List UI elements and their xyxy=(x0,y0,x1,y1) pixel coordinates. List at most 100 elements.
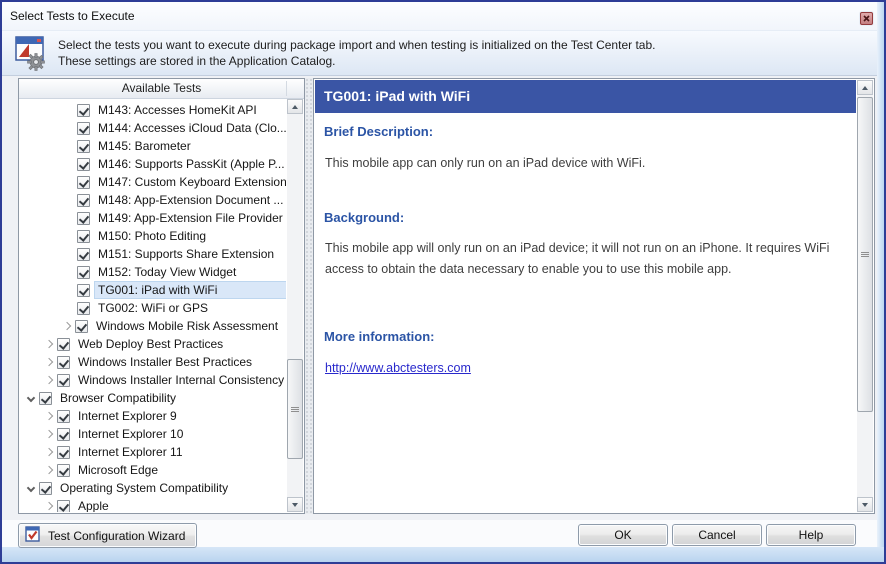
checkbox[interactable] xyxy=(57,338,70,351)
chevron-right-icon[interactable] xyxy=(41,372,57,388)
tree-item-label: Windows Installer Internal Consistency .… xyxy=(75,372,286,388)
close-button[interactable] xyxy=(860,12,873,25)
test-configuration-wizard-button[interactable]: Test Configuration Wizard xyxy=(18,523,197,548)
tree-item-label: Operating System Compatibility xyxy=(57,480,286,496)
scroll-up-icon[interactable] xyxy=(287,99,303,114)
tree-item[interactable]: Internet Explorer 9 xyxy=(19,407,286,425)
ok-button[interactable]: OK xyxy=(578,524,668,546)
checkbox[interactable] xyxy=(57,500,70,513)
tree-item-label: M147: Custom Keyboard Extension xyxy=(95,174,286,190)
tree-item-label: M150: Photo Editing xyxy=(95,228,286,244)
tree-item[interactable]: Windows Installer Internal Consistency .… xyxy=(19,371,286,389)
chevron-right-icon[interactable] xyxy=(41,408,57,424)
more-info-link[interactable]: http://www.abctesters.com xyxy=(325,361,471,375)
checkbox[interactable] xyxy=(57,356,70,369)
scroll-down-icon[interactable] xyxy=(287,497,303,512)
tree-item-label: Internet Explorer 9 xyxy=(75,408,286,424)
scroll-up-icon[interactable] xyxy=(857,80,873,95)
chevron-down-icon[interactable] xyxy=(23,480,39,496)
background-heading: Background: xyxy=(324,210,404,225)
checkbox[interactable] xyxy=(77,104,90,117)
wizard-checklist-icon xyxy=(25,526,41,545)
panel-splitter[interactable] xyxy=(305,78,313,514)
tree-item[interactable]: M144: Accesses iCloud Data (Clo... xyxy=(19,119,286,137)
cancel-button[interactable]: Cancel xyxy=(672,524,762,546)
arrow-spacer xyxy=(70,264,77,280)
checkbox[interactable] xyxy=(77,122,90,135)
checkbox[interactable] xyxy=(77,212,90,225)
chevron-right-icon[interactable] xyxy=(41,462,57,478)
tree-item[interactable]: Windows Mobile Risk Assessment xyxy=(19,317,286,335)
chevron-down-icon[interactable] xyxy=(23,390,39,406)
tree-item[interactable]: Web Deploy Best Practices xyxy=(19,335,286,353)
checkbox[interactable] xyxy=(77,176,90,189)
chevron-right-icon[interactable] xyxy=(41,354,57,370)
checkbox[interactable] xyxy=(57,464,70,477)
checkbox[interactable] xyxy=(77,302,90,315)
tree-item-label: M145: Barometer xyxy=(95,138,286,154)
checkbox[interactable] xyxy=(57,374,70,387)
available-tests-panel: Available Tests M143: Accesses HomeKit A… xyxy=(18,78,305,514)
brief-description-heading: Brief Description: xyxy=(324,124,433,139)
checkbox[interactable] xyxy=(77,140,90,153)
arrow-spacer xyxy=(70,174,77,190)
chevron-right-icon[interactable] xyxy=(41,444,57,460)
titlebar[interactable]: Select Tests to Execute xyxy=(2,2,877,30)
checkbox[interactable] xyxy=(77,158,90,171)
chevron-right-icon[interactable] xyxy=(41,336,57,352)
arrow-spacer xyxy=(70,246,77,262)
checkbox[interactable] xyxy=(57,410,70,423)
checkbox[interactable] xyxy=(39,482,52,495)
tree-item[interactable]: Operating System Compatibility xyxy=(19,479,286,497)
scroll-down-icon[interactable] xyxy=(857,497,873,512)
tree-item-label: Microsoft Edge xyxy=(75,462,286,478)
tree-vertical-scrollbar[interactable] xyxy=(287,99,303,512)
arrow-spacer xyxy=(70,228,77,244)
checkbox[interactable] xyxy=(77,230,90,243)
tree-item[interactable]: M149: App-Extension File Provider xyxy=(19,209,286,227)
chevron-right-icon[interactable] xyxy=(59,318,75,334)
tree-item[interactable]: Internet Explorer 10 xyxy=(19,425,286,443)
checkbox[interactable] xyxy=(57,446,70,459)
help-button[interactable]: Help xyxy=(766,524,856,546)
select-tests-dialog: Select Tests to Execute xyxy=(0,0,886,564)
tree-scrollbar-thumb[interactable] xyxy=(287,359,303,459)
checkbox[interactable] xyxy=(39,392,52,405)
checkbox[interactable] xyxy=(77,194,90,207)
tree-item-label: TG001: iPad with WiFi xyxy=(95,282,286,298)
tree-item-label: M144: Accesses iCloud Data (Clo... xyxy=(95,120,286,136)
chevron-right-icon[interactable] xyxy=(41,426,57,442)
tree-item[interactable]: M152: Today View Widget xyxy=(19,263,286,281)
tree-item-label: Windows Mobile Risk Assessment xyxy=(93,318,286,334)
checkbox[interactable] xyxy=(57,428,70,441)
close-icon xyxy=(863,15,870,22)
window-title: Select Tests to Execute xyxy=(10,9,135,23)
tree-item[interactable]: M151: Supports Share Extension xyxy=(19,245,286,263)
tree-item-label: M152: Today View Widget xyxy=(95,264,286,280)
tree-item-label: M151: Supports Share Extension xyxy=(95,246,286,262)
tree-item[interactable]: TG002: WiFi or GPS xyxy=(19,299,286,317)
checkbox[interactable] xyxy=(77,284,90,297)
tree-item[interactable]: M145: Barometer xyxy=(19,137,286,155)
chevron-right-icon[interactable] xyxy=(41,498,57,512)
arrow-spacer xyxy=(70,210,77,226)
tree-item[interactable]: Microsoft Edge xyxy=(19,461,286,479)
tree-item[interactable]: M148: App-Extension Document ... xyxy=(19,191,286,209)
available-tests-column-header[interactable]: Available Tests xyxy=(19,79,304,99)
tree-item[interactable]: TG001: iPad with WiFi xyxy=(19,281,286,299)
tree-item[interactable]: M150: Photo Editing xyxy=(19,227,286,245)
checkbox[interactable] xyxy=(75,320,88,333)
detail-vertical-scrollbar[interactable] xyxy=(857,80,873,512)
tree-item[interactable]: M146: Supports PassKit (Apple P... xyxy=(19,155,286,173)
tree-item[interactable]: Browser Compatibility xyxy=(19,389,286,407)
checkbox[interactable] xyxy=(77,266,90,279)
tree-item[interactable]: Internet Explorer 11 xyxy=(19,443,286,461)
tree-item[interactable]: M147: Custom Keyboard Extension xyxy=(19,173,286,191)
tree-item[interactable]: M143: Accesses HomeKit API xyxy=(19,101,286,119)
checkbox[interactable] xyxy=(77,248,90,261)
tree-item[interactable]: Apple xyxy=(19,497,286,512)
arrow-spacer xyxy=(70,138,77,154)
tree-item[interactable]: Windows Installer Best Practices xyxy=(19,353,286,371)
detail-scrollbar-thumb[interactable] xyxy=(857,97,873,412)
tree-body: M143: Accesses HomeKit APIM144: Accesses… xyxy=(19,100,286,512)
